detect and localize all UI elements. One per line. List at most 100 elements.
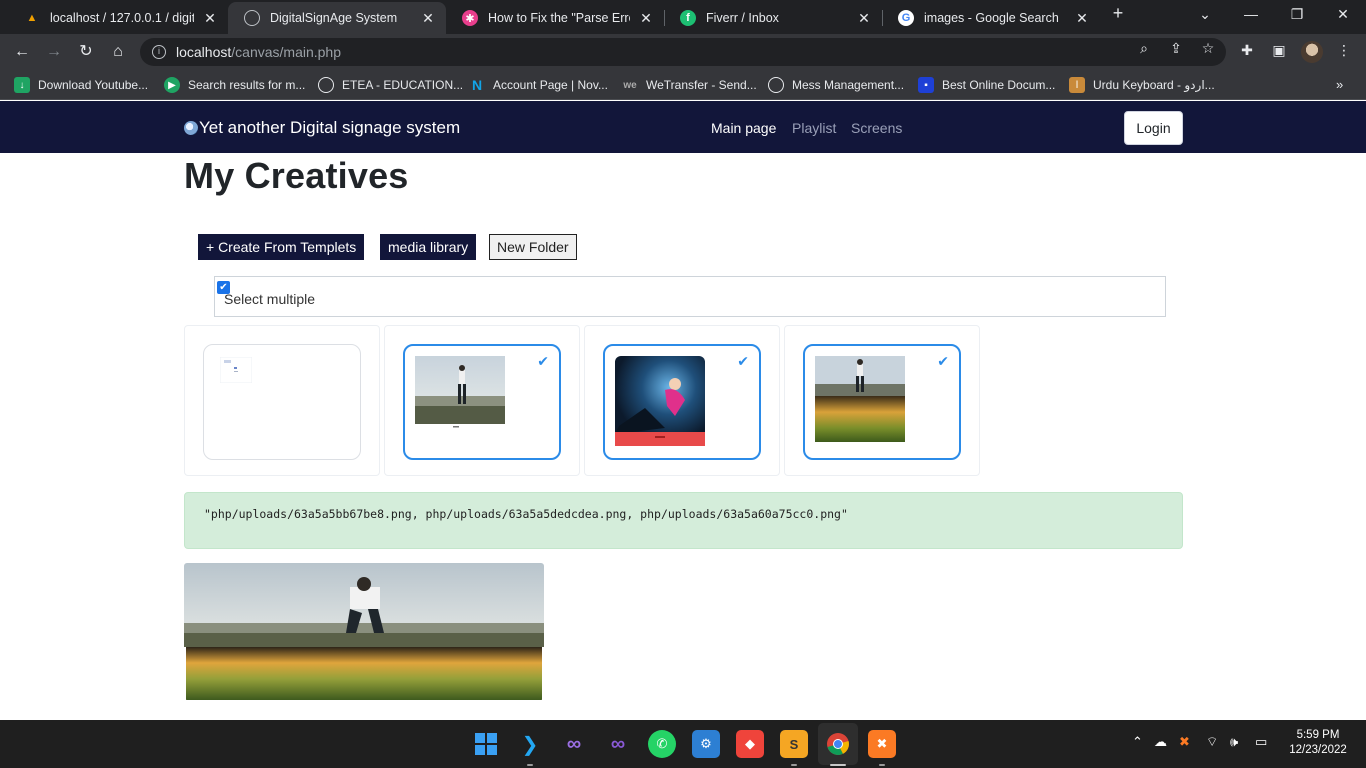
tab-parse-error[interactable]: ✱ How to Fix the "Parse Error: S ✕ bbox=[446, 2, 664, 34]
creative-card-selected[interactable]: ✔ bbox=[603, 344, 761, 460]
running-indicator bbox=[879, 764, 885, 766]
close-icon[interactable]: ✕ bbox=[638, 10, 654, 27]
nav-main-page[interactable]: Main page bbox=[711, 120, 776, 136]
site-info-icon[interactable]: i bbox=[152, 45, 166, 59]
onedrive-icon[interactable]: ☁ bbox=[1154, 734, 1167, 750]
tab-phpmyadmin[interactable]: ▲ localhost / 127.0.0.1 / digitals ✕ bbox=[8, 2, 228, 34]
url-path: /canvas/main.php bbox=[231, 44, 341, 60]
new-tab-icon[interactable]: + bbox=[1108, 3, 1128, 24]
select-multiple-label: Select multiple bbox=[224, 291, 316, 307]
media-library-button[interactable]: media library bbox=[380, 234, 477, 260]
bookmark-label: Best Online Docum... bbox=[942, 78, 1056, 92]
browser-tab-strip: ▲ localhost / 127.0.0.1 / digitals ✕ Dig… bbox=[0, 0, 1366, 34]
login-button[interactable]: Login bbox=[1124, 111, 1183, 145]
bookmark-label: WeTransfer - Send... bbox=[646, 78, 757, 92]
xampp-tray-icon[interactable]: ✖ bbox=[1179, 734, 1190, 750]
bookmark-item[interactable]: ↓ Download Youtube... bbox=[14, 77, 148, 93]
chrome-icon[interactable] bbox=[824, 730, 852, 758]
anydesk-icon[interactable]: ◆ bbox=[736, 730, 764, 758]
extensions-icon[interactable]: ✚ bbox=[1237, 42, 1257, 59]
wetransfer-icon: we bbox=[623, 79, 637, 91]
creative-card-blank[interactable] bbox=[203, 344, 361, 460]
site-navbar: Yet another Digital signage system Main … bbox=[0, 101, 1366, 153]
creative-cell: ✔ bbox=[784, 325, 980, 476]
bookmark-star-icon[interactable]: ☆ bbox=[1199, 40, 1217, 57]
window-close-icon[interactable]: ✕ bbox=[1333, 6, 1353, 23]
running-indicator bbox=[527, 764, 533, 766]
running-indicator bbox=[791, 764, 797, 766]
nav-playlist[interactable]: Playlist bbox=[792, 120, 836, 136]
menu-icon[interactable]: ⋮ bbox=[1334, 42, 1354, 59]
creative-card-selected[interactable]: ✔ bbox=[803, 344, 961, 460]
globe-icon bbox=[318, 77, 334, 93]
bookmark-label: ETEA - EDUCATION... bbox=[342, 78, 464, 92]
url-host: localhost bbox=[176, 44, 232, 60]
chevron-down-icon[interactable]: ⌄ bbox=[1195, 6, 1215, 23]
close-icon[interactable]: ✕ bbox=[420, 10, 436, 27]
bookmark-item[interactable]: ▪ Best Online Docum... bbox=[918, 77, 1055, 93]
bookmark-item[interactable]: ا Urdu Keyboard - اردو... bbox=[1069, 77, 1215, 93]
clock-date: 12/23/2022 bbox=[1289, 744, 1347, 756]
tab-fiverr[interactable]: f Fiverr / Inbox ✕ bbox=[664, 2, 882, 34]
side-panel-icon[interactable]: ▣ bbox=[1269, 42, 1289, 59]
bookmark-item[interactable]: Mess Management... bbox=[768, 77, 904, 93]
wifi-icon[interactable]: ⌔ bbox=[1206, 734, 1218, 750]
chevron-up-icon[interactable]: ⌃ bbox=[1132, 734, 1143, 750]
restore-icon[interactable]: ❐ bbox=[1287, 6, 1307, 23]
system-clock[interactable]: 5:59 PM 12/23/2022 bbox=[1286, 728, 1350, 758]
selected-paths-alert: "php/uploads/63a5a5bb67be8.png, php/uplo… bbox=[184, 492, 1183, 549]
address-bar[interactable]: i localhost/canvas/main.php bbox=[140, 38, 1226, 66]
close-icon[interactable]: ✕ bbox=[1074, 10, 1090, 27]
profile-avatar[interactable] bbox=[1301, 41, 1323, 63]
sublime-text-icon[interactable]: S bbox=[780, 730, 808, 758]
close-icon[interactable]: ✕ bbox=[856, 10, 872, 27]
zoom-icon[interactable]: ⌕ bbox=[1135, 40, 1153, 57]
bookmark-item[interactable]: we WeTransfer - Send... bbox=[622, 77, 757, 93]
page-title: My Creatives bbox=[184, 155, 409, 196]
tab-digitalsignage[interactable]: DigitalSignAge System ✕ bbox=[228, 2, 446, 34]
selected-check-icon: ✔ bbox=[937, 353, 949, 369]
rdp-icon[interactable]: ⚙ bbox=[692, 730, 720, 758]
reload-icon[interactable]: ↻ bbox=[74, 40, 98, 64]
new-folder-button[interactable]: New Folder bbox=[489, 234, 577, 260]
vscode-icon[interactable]: ❯ bbox=[516, 730, 544, 758]
windows-taskbar: ❯ ∞ ∞ ✆ ⚙ ◆ S ✖ ⌃ ☁ ✖ ⌔ 🕪 ▭ 5:59 PM 12/2… bbox=[0, 720, 1366, 768]
creative-card-selected[interactable]: ✔ bbox=[403, 344, 561, 460]
forward-icon[interactable]: → bbox=[42, 40, 66, 64]
selected-check-icon: ✔ bbox=[737, 353, 749, 369]
visual-studio-icon[interactable]: ∞ bbox=[560, 730, 588, 758]
tab-title: How to Fix the "Parse Error: S bbox=[488, 11, 630, 25]
bookmark-label: Mess Management... bbox=[792, 78, 905, 92]
visual-studio-preview-icon[interactable]: ∞ bbox=[604, 730, 632, 758]
fiverr-icon: f bbox=[680, 10, 696, 26]
tab-google[interactable]: G images - Google Search ✕ bbox=[882, 2, 1100, 34]
selected-check-icon: ✔ bbox=[537, 353, 549, 369]
home-icon[interactable]: ⌂ bbox=[106, 40, 130, 64]
google-icon: G bbox=[898, 10, 914, 26]
xampp-icon[interactable]: ✖ bbox=[868, 730, 896, 758]
tab-title: DigitalSignAge System bbox=[270, 11, 398, 25]
back-icon[interactable]: ← bbox=[10, 40, 34, 64]
tab-title: Fiverr / Inbox bbox=[706, 11, 779, 25]
bookmark-label: Urdu Keyboard - اردو... bbox=[1093, 78, 1215, 92]
create-from-templates-button[interactable]: + Create From Templets bbox=[198, 234, 365, 260]
whatsapp-icon[interactable]: ✆ bbox=[648, 730, 676, 758]
bookmark-item[interactable]: N Account Page | Nov... bbox=[469, 77, 608, 93]
battery-icon[interactable]: ▭ bbox=[1255, 734, 1267, 750]
bookmark-label: Account Page | Nov... bbox=[493, 78, 608, 92]
minimize-icon[interactable]: — bbox=[1241, 6, 1261, 22]
globe-icon bbox=[244, 10, 260, 26]
bookmark-item[interactable]: ETEA - EDUCATION... bbox=[318, 77, 463, 93]
share-icon[interactable]: ⇪ bbox=[1167, 40, 1185, 57]
close-icon[interactable]: ✕ bbox=[202, 10, 218, 27]
browser-toolbar: ← → ↻ ⌂ i localhost/canvas/main.php ⌕ ⇪ … bbox=[0, 34, 1366, 70]
bookmark-item[interactable]: ▶ Search results for m... bbox=[164, 77, 305, 93]
bookmarks-bar: ↓ Download Youtube... ▶ Search results for… bbox=[0, 70, 1366, 100]
more-bookmarks-icon[interactable]: » bbox=[1336, 77, 1343, 92]
select-multiple-box: ✔ Select multiple bbox=[214, 276, 1166, 317]
start-icon[interactable] bbox=[472, 730, 500, 758]
tab-title: localhost / 127.0.0.1 / digitals bbox=[50, 11, 194, 25]
brand[interactable]: Yet another Digital signage system bbox=[184, 118, 460, 138]
nav-screens[interactable]: Screens bbox=[851, 120, 902, 136]
volume-icon[interactable]: 🕪 bbox=[1230, 734, 1238, 750]
